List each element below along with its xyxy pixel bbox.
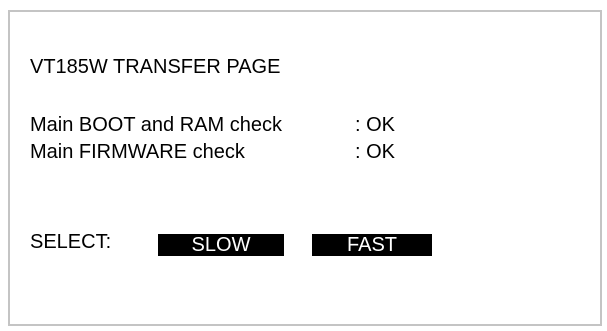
slow-button-label: SLOW	[191, 234, 251, 256]
firmware-check-label: Main FIRMWARE check	[30, 141, 245, 163]
boot-ram-check-label: Main BOOT and RAM check	[30, 114, 282, 136]
boot-ram-check-status: : OK	[355, 114, 396, 136]
select-label: SELECT:	[30, 231, 112, 253]
fast-button[interactable]: FAST	[312, 234, 432, 256]
firmware-check-status: : OK	[355, 141, 396, 163]
fast-button-label: FAST	[346, 234, 397, 256]
slow-button[interactable]: SLOW	[158, 234, 284, 256]
page-title: VT185W TRANSFER PAGE	[30, 56, 281, 78]
